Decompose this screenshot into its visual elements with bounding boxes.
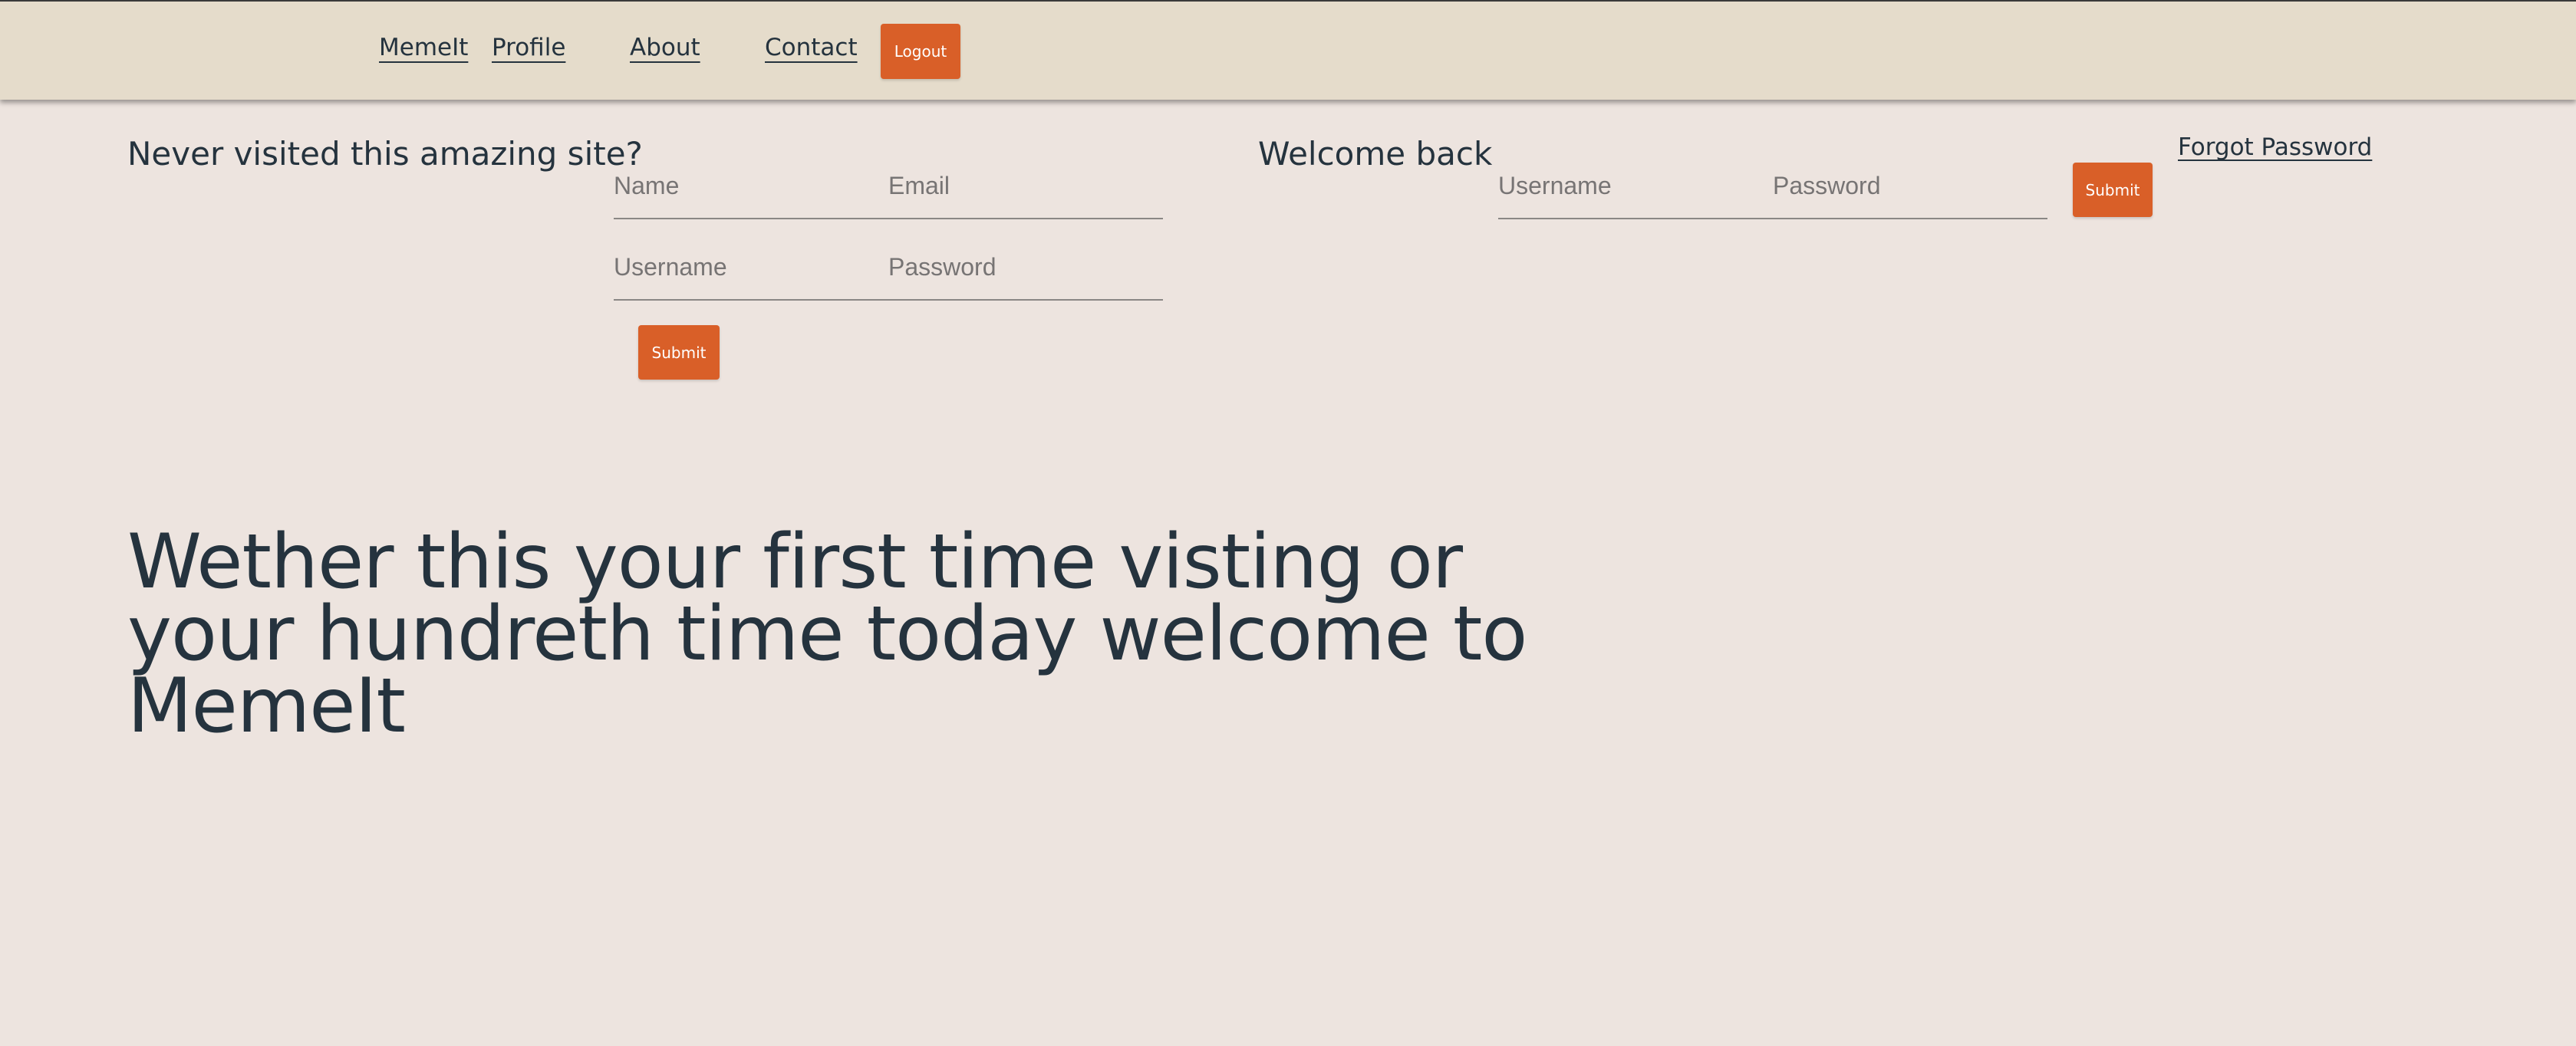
signup-submit-button[interactable]: Submit [638, 325, 720, 380]
login-row [1498, 153, 2047, 219]
signup-password-input[interactable] [888, 253, 1134, 281]
nav-link-contact[interactable]: Contact [765, 34, 858, 61]
email-input[interactable] [888, 172, 1134, 200]
nav-link-about[interactable]: About [630, 34, 700, 61]
forgot-password-link[interactable]: Forgot Password [2178, 133, 2372, 161]
name-input[interactable] [614, 172, 859, 200]
signup-row-1 [614, 153, 1163, 219]
login-password-input[interactable] [1773, 172, 2018, 200]
navbar: MemeIt Profile About Contact Logout [0, 0, 2576, 100]
nav-link-profile[interactable]: Profile [492, 34, 565, 61]
login-submit-button[interactable]: Submit [2073, 163, 2153, 217]
hero-text: Wether this your first time visting or y… [127, 518, 1527, 750]
signup-row-2 [614, 235, 1163, 301]
login-username-input[interactable] [1498, 172, 1744, 200]
signup-heading: Never visited this amazing site? [127, 135, 643, 173]
nav-link-memeit[interactable]: MemeIt [379, 34, 468, 61]
login-heading: Welcome back [1258, 135, 1493, 173]
logout-button[interactable]: Logout [881, 24, 960, 79]
signup-username-input[interactable] [614, 253, 859, 281]
